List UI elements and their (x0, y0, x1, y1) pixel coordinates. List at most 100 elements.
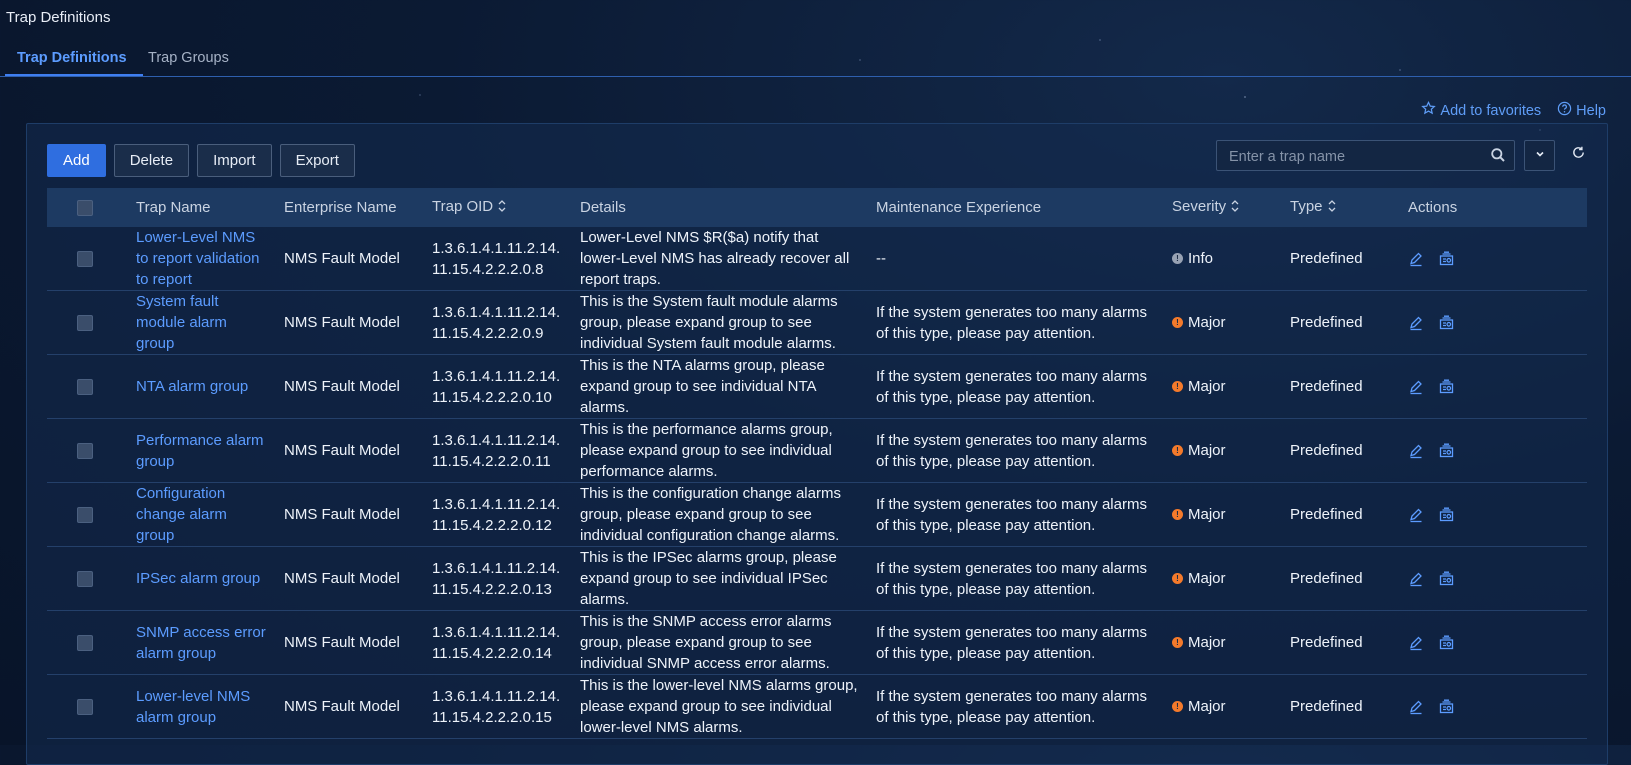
edit-icon[interactable] (1408, 571, 1424, 587)
actions-cell (1400, 675, 1587, 739)
copy-icon[interactable] (1438, 443, 1455, 459)
enterprise-name-cell: NMS Fault Model (284, 634, 400, 651)
copy-icon[interactable] (1438, 635, 1455, 651)
refresh-button[interactable] (1567, 144, 1589, 166)
copy-icon[interactable] (1438, 315, 1455, 331)
row-checkbox[interactable] (77, 250, 93, 267)
row-select-cell (47, 227, 128, 291)
edit-icon[interactable] (1408, 699, 1424, 715)
trap-name-link[interactable]: Lower-Level NMS to report validation to … (128, 227, 276, 291)
edit-icon[interactable] (1408, 251, 1424, 267)
trap-name-link[interactable]: NTA alarm group (128, 355, 276, 419)
row-select-cell (47, 355, 128, 419)
chevron-down-icon (1534, 147, 1546, 165)
help-link[interactable]: Help (1557, 101, 1606, 120)
enterprise-name-cell: NMS Fault Model (284, 250, 400, 267)
type-cell: Predefined (1290, 314, 1363, 331)
edit-icon[interactable] (1408, 635, 1424, 651)
help-label: Help (1576, 102, 1606, 119)
toolbar: Add Delete Import Export (47, 144, 355, 177)
add-button[interactable]: Add (47, 144, 106, 177)
severity-label: Info (1188, 250, 1214, 267)
col-type-header[interactable]: Type (1282, 188, 1400, 227)
row-checkbox[interactable] (77, 506, 93, 523)
col-severity-header[interactable]: Severity (1164, 188, 1282, 227)
select-all-checkbox[interactable] (77, 199, 93, 216)
col-trap-name: Trap Name (136, 199, 211, 216)
severity-cell: ! Major (1164, 611, 1282, 675)
severity-cell: ! Major (1164, 675, 1282, 739)
trap-name-link[interactable]: Configuration change alarm group (128, 483, 276, 547)
maintenance-cell: If the system generates too many alarms … (876, 559, 1147, 598)
severity-label: Major (1188, 442, 1226, 459)
help-circle-icon (1557, 101, 1572, 120)
severity-icon: ! (1172, 509, 1183, 520)
trap-name-link[interactable]: Performance alarm group (128, 419, 276, 483)
import-button[interactable]: Import (197, 144, 272, 177)
maintenance-cell: If the system generates too many alarms … (876, 431, 1147, 470)
details-cell: This is the lower-level NMS alarms group… (580, 677, 858, 736)
trap-oid-cell: 1.3.6.1.4.1.11.2.14.11.15.4.2.2.2.0.10 (432, 367, 561, 406)
copy-icon[interactable] (1438, 379, 1455, 395)
edit-icon[interactable] (1408, 379, 1424, 395)
maintenance-cell: If the system generates too many alarms … (876, 303, 1147, 342)
row-checkbox[interactable] (77, 442, 93, 459)
severity-label: Major (1188, 634, 1226, 651)
enterprise-name-cell: NMS Fault Model (284, 570, 400, 587)
table-body: Lower-Level NMS to report validation to … (47, 227, 1587, 739)
severity-cell: ! Major (1164, 355, 1282, 419)
delete-button[interactable]: Delete (113, 144, 190, 177)
copy-icon[interactable] (1438, 251, 1455, 267)
export-button[interactable]: Export (279, 144, 355, 177)
edit-icon[interactable] (1408, 443, 1424, 459)
col-maintenance: Maintenance Experience (876, 199, 1042, 216)
copy-icon[interactable] (1438, 571, 1455, 587)
col-trap-oid-header[interactable]: Trap OID (424, 188, 572, 227)
actions-cell (1400, 419, 1587, 483)
select-all-cell (47, 188, 128, 227)
severity-icon: ! (1172, 381, 1183, 392)
search-input[interactable] (1217, 141, 1491, 172)
row-checkbox[interactable] (77, 634, 93, 651)
edit-icon[interactable] (1408, 507, 1424, 523)
type-cell: Predefined (1290, 378, 1363, 395)
details-cell: This is the SNMP access error alarms gro… (580, 613, 832, 672)
severity-label: Major (1188, 698, 1226, 715)
table-row: Lower-level NMS alarm group NMS Fault Mo… (47, 675, 1587, 739)
search-icon[interactable] (1490, 147, 1506, 168)
trap-name-link[interactable]: IPSec alarm group (128, 547, 276, 611)
copy-icon[interactable] (1438, 699, 1455, 715)
row-select-cell (47, 483, 128, 547)
actions-cell (1400, 227, 1587, 291)
details-cell: This is the performance alarms group, pl… (580, 421, 833, 480)
row-checkbox[interactable] (77, 378, 93, 395)
sort-icon (1328, 199, 1336, 217)
type-cell: Predefined (1290, 634, 1363, 651)
severity-cell: ! Major (1164, 483, 1282, 547)
table-header-row: Trap Name Enterprise Name Trap OID Detai… (47, 188, 1587, 227)
edit-icon[interactable] (1408, 315, 1424, 331)
refresh-icon (1571, 145, 1586, 165)
add-to-favorites-link[interactable]: Add to favorites (1421, 100, 1541, 120)
trap-name-link[interactable]: System fault module alarm group (128, 291, 276, 355)
top-links: Add to favorites Help (1421, 100, 1606, 120)
tab-trap-definitions[interactable]: Trap Definitions (17, 50, 127, 66)
severity-icon: ! (1172, 317, 1183, 328)
row-checkbox[interactable] (77, 314, 93, 331)
trap-name-link[interactable]: Lower-level NMS alarm group (128, 675, 276, 739)
table-row: NTA alarm group NMS Fault Model 1.3.6.1.… (47, 355, 1587, 419)
trap-name-link[interactable]: SNMP access error alarm group (128, 611, 276, 675)
row-checkbox[interactable] (77, 570, 93, 587)
details-cell: This is the IPSec alarms group, please e… (580, 549, 837, 608)
row-checkbox[interactable] (77, 698, 93, 715)
actions-cell (1400, 355, 1587, 419)
enterprise-name-cell: NMS Fault Model (284, 442, 400, 459)
tab-trap-groups[interactable]: Trap Groups (148, 50, 229, 66)
col-type: Type (1290, 198, 1323, 216)
copy-icon[interactable] (1438, 507, 1455, 523)
severity-label: Major (1188, 570, 1226, 587)
maintenance-cell: If the system generates too many alarms … (876, 687, 1147, 726)
filter-dropdown-button[interactable] (1524, 140, 1555, 171)
table-row: SNMP access error alarm group NMS Fault … (47, 611, 1587, 675)
row-select-cell (47, 611, 128, 675)
